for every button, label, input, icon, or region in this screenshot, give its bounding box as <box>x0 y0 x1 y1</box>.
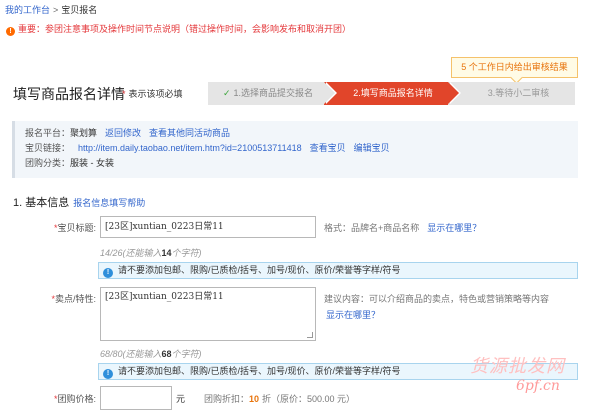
step-label: 3.等待小二审核 <box>487 88 550 98</box>
info-icon: ! <box>103 369 113 379</box>
selling-warning-text: 请不要添加包邮、限购/已质检/括号、加号/现价、原价/荣誉等字样/符号 <box>118 366 401 376</box>
section-title-text: 1. 基本信息 <box>13 197 70 209</box>
selling-char-count: 68/80(还能输入68个字符) <box>100 347 202 360</box>
back-edit-link[interactable]: 返回修改 <box>105 128 141 138</box>
required-note: * 表示该项必填 <box>122 87 183 100</box>
help-link[interactable]: 报名信息填写帮助 <box>73 198 145 208</box>
title-warning-text: 请不要添加包邮、限购/已质检/括号、加号/现价、原价/荣誉等字样/符号 <box>118 265 401 275</box>
platform-label: 报名平台： <box>25 128 71 138</box>
check-icon: ✓ <box>222 88 231 98</box>
discount-value: 10 <box>249 394 260 404</box>
warning-icon: ! <box>6 27 15 36</box>
discount-info: 团购折扣：10 折（原价：500.00 元） <box>204 392 355 405</box>
title-warning-bar: ! 请不要添加包邮、限购/已质检/括号、加号/现价、原价/荣誉等字样/符号 <box>98 262 578 279</box>
discount-unit: 折（原价：500.00 元） <box>262 394 356 404</box>
title-count-value: 14/26 <box>100 248 123 258</box>
selling-remaining-post: 个字符) <box>171 349 202 359</box>
step-label: 2.填写商品报名详情 <box>353 88 433 98</box>
link-label: 宝贝链接： <box>25 143 71 153</box>
info-icon: ! <box>103 268 113 278</box>
watermark-text: 货源批发网 <box>470 356 565 377</box>
price-input[interactable] <box>100 386 172 410</box>
breadcrumb-home-link[interactable]: 我的工作台 <box>5 5 50 15</box>
price-field-label: *团购价格: <box>6 392 96 405</box>
selling-remaining-num: 68 <box>161 349 172 359</box>
category-label: 团购分类： <box>25 158 71 168</box>
required-note-text: 表示该项必填 <box>128 89 183 99</box>
title-remaining-pre: (还能输入 <box>122 248 162 258</box>
selling-suggest-hint: 建议内容：可以介绍商品的卖点，特色或营销策略等内容 <box>324 294 550 304</box>
breadcrumb-separator: > <box>53 5 59 15</box>
view-item-link[interactable]: 查看宝贝 <box>310 143 346 153</box>
title-remaining-post: 个字符) <box>171 248 202 258</box>
progress-steps: ✓ 1.选择商品提交报名 2.填写商品报名详情 3.等待小二审核 <box>208 82 575 105</box>
edit-item-link[interactable]: 编辑宝贝 <box>354 143 390 153</box>
tip-text: 5 个工作日内给出审核结果 <box>461 62 568 72</box>
selling-field-label: *卖点/特性: <box>6 292 96 305</box>
breadcrumb-current: 宝贝报名 <box>61 5 98 15</box>
important-notice[interactable]: ! 重要：参团注意事项及操作时间节点说明（错过操作时间，会影响发布和取消开团） <box>6 22 351 36</box>
resize-grip-icon[interactable] <box>307 332 313 338</box>
title-label-text: 宝贝标题: <box>57 223 96 233</box>
selling-point-value: [23区]xuntian_0223日常11 <box>105 292 224 302</box>
selling-count-value: 68/80 <box>100 349 123 359</box>
title-format-hint: 格式：品牌名+商品名称 显示在哪里？ <box>324 221 481 234</box>
selling-where-link[interactable]: 显示在哪里？ <box>326 308 380 321</box>
discount-label: 团购折扣： <box>204 394 250 404</box>
price-label-text: 团购价格: <box>57 394 96 404</box>
item-url-link[interactable]: http://item.daily.taobao.net/item.htm?id… <box>78 143 302 153</box>
step-fill-details: 2.填写商品报名详情 <box>324 82 461 105</box>
info-category-row: 团购分类：服装 - 女装 <box>25 156 568 171</box>
title-char-count: 14/26(还能输入14个字符) <box>100 246 202 259</box>
selling-point-textarea[interactable]: [23区]xuntian_0223日常11 <box>100 287 316 341</box>
watermark-domain: 6pf.cn <box>516 378 560 394</box>
title-remaining-num: 14 <box>161 248 172 258</box>
notice-text[interactable]: 重要：参团注意事项及操作时间节点说明（错过操作时间，会影响发布和取消开团） <box>18 24 351 34</box>
platform-value: 聚划算 <box>70 128 98 138</box>
title-format-text: 格式：品牌名+商品名称 <box>324 223 420 233</box>
price-unit: 元 <box>176 394 186 404</box>
step-label: 1.选择商品提交报名 <box>233 88 314 98</box>
selling-remaining-pre: (还能输入 <box>122 349 162 359</box>
info-platform-row: 报名平台：聚划算 返回修改 查看其他同活动商品 <box>25 126 568 141</box>
breadcrumb: 我的工作台 > 宝贝报名 <box>5 3 97 16</box>
title-where-link[interactable]: 显示在哪里？ <box>427 223 481 233</box>
category-value: 服装 - 女装 <box>70 158 115 168</box>
page-title: 填写商品报名详情 <box>13 86 125 102</box>
title-input[interactable]: [23区]xuntian_0223日常11 <box>100 216 316 238</box>
required-star: * <box>122 89 126 99</box>
info-link-row: 宝贝链接： http://item.daily.taobao.net/item.h… <box>25 141 568 156</box>
section-basic-info: 1. 基本信息 报名信息填写帮助 <box>13 194 145 210</box>
other-products-link[interactable]: 查看其他同活动商品 <box>149 128 230 138</box>
review-time-tip: 5 个工作日内给出审核结果 <box>451 57 578 78</box>
step-await-review: 3.等待小二审核 <box>448 82 575 105</box>
step-select-product: ✓ 1.选择商品提交报名 <box>208 82 337 105</box>
selling-label-text: 卖点/特性: <box>54 294 96 304</box>
title-field-label: *宝贝标题: <box>6 221 96 234</box>
product-info-box: 报名平台：聚划算 返回修改 查看其他同活动商品 宝贝链接： http://item.d… <box>12 121 578 178</box>
